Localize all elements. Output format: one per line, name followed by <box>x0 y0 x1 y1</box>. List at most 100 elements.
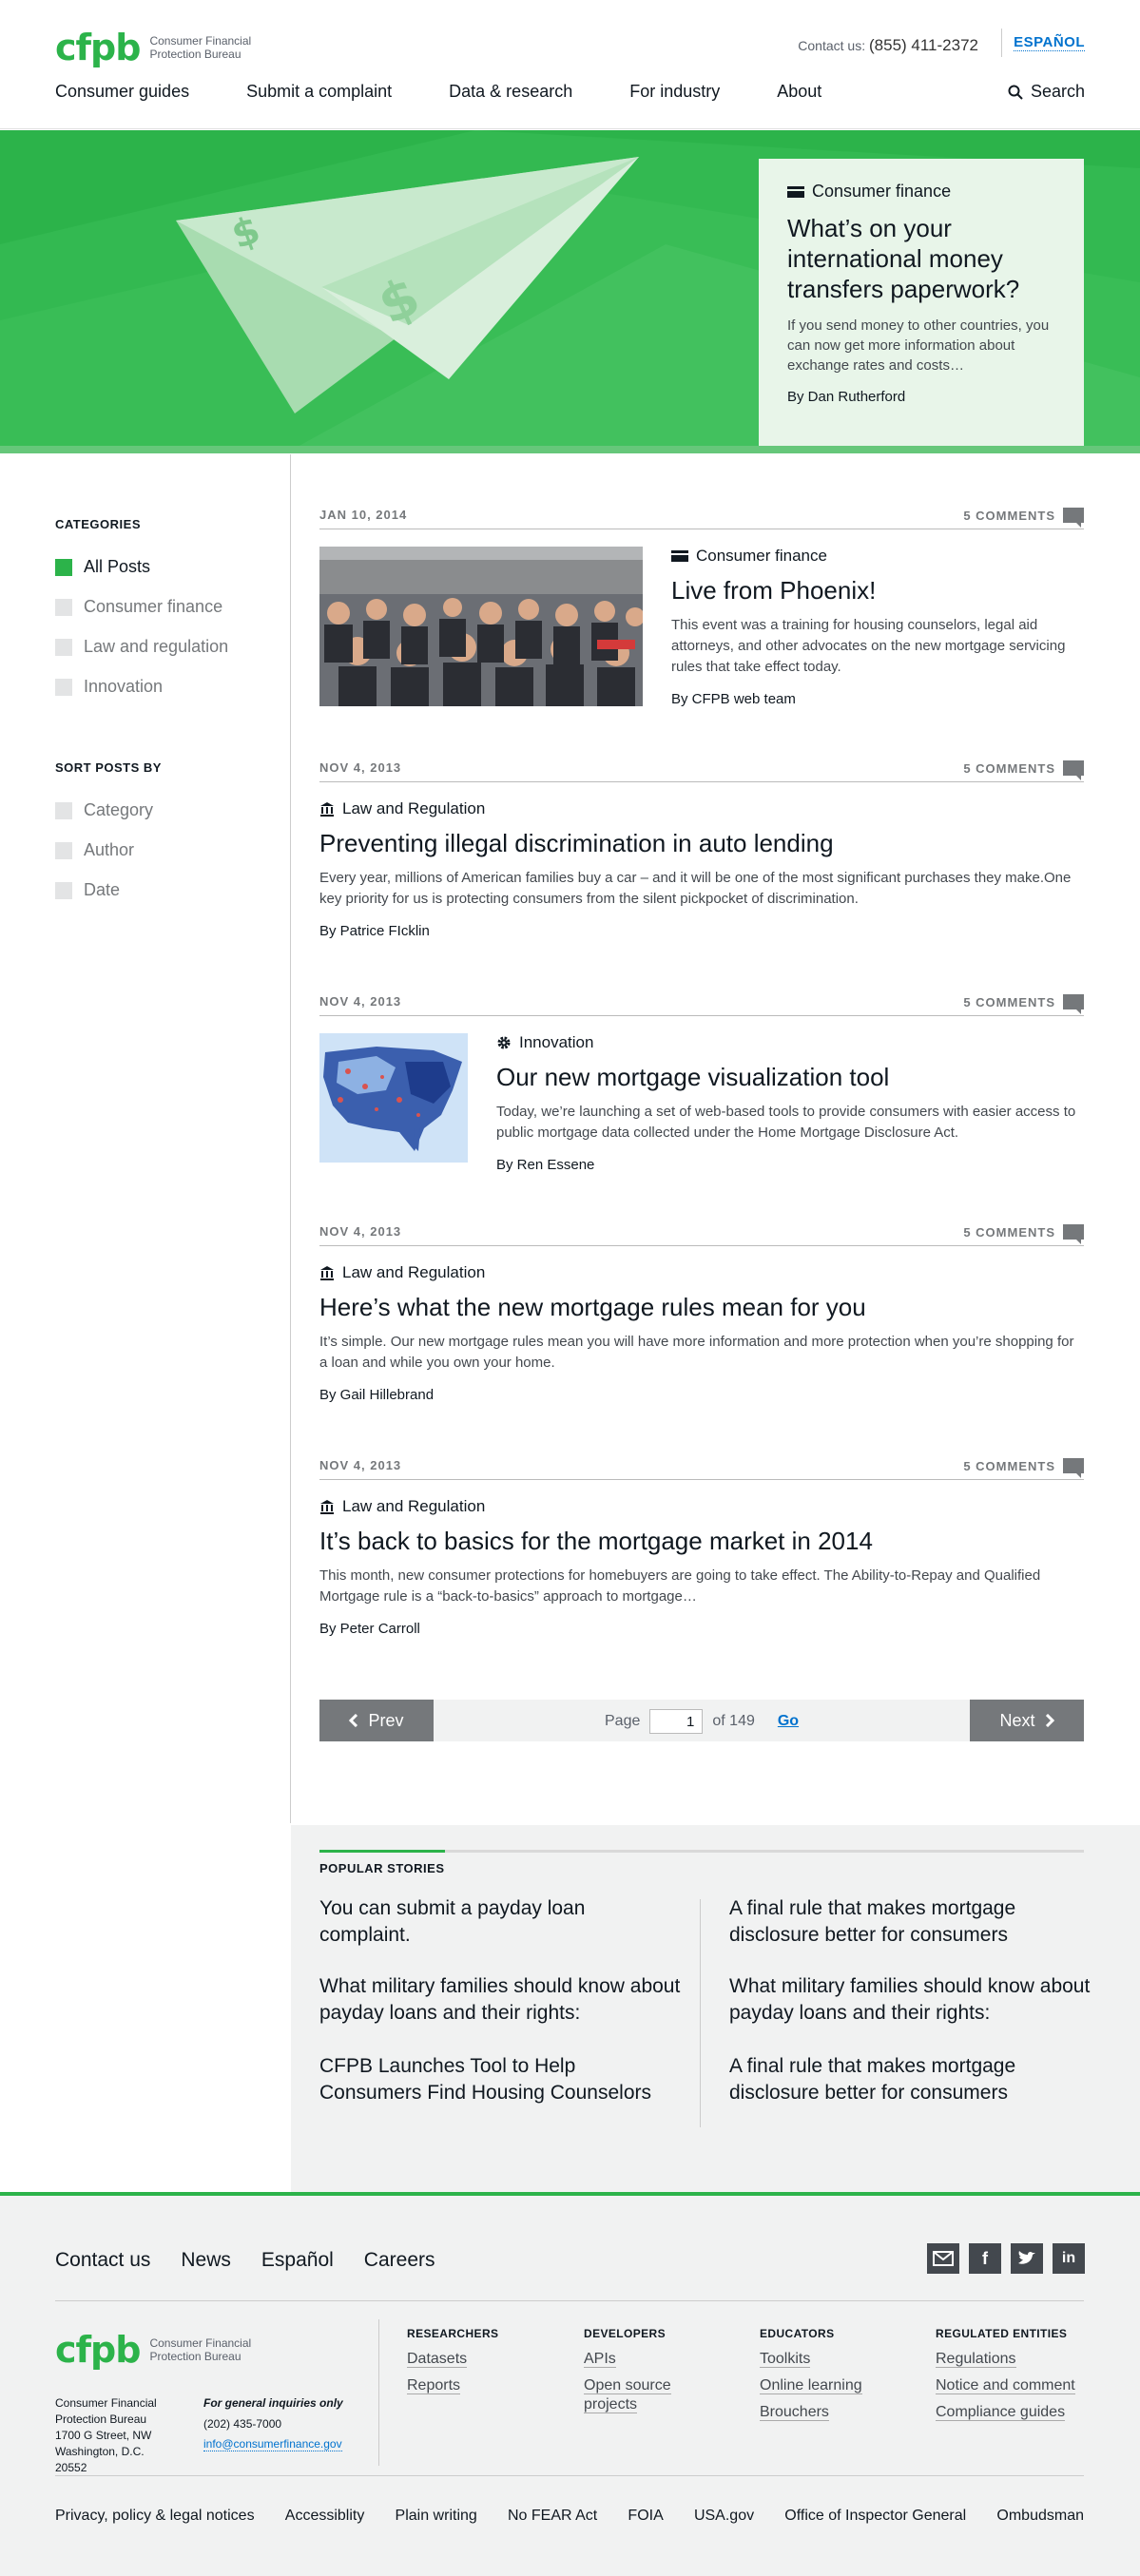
chevron-left-icon <box>349 1714 358 1727</box>
comments-link[interactable]: 5 COMMENTS <box>963 1224 1084 1244</box>
post-title[interactable]: Our new mortgage visualization tool <box>496 1062 1084 1092</box>
nav-consumer-guides[interactable]: Consumer guides <box>55 82 189 102</box>
footer-col-educators: EDUCATORS Toolkits Online learning Brouc… <box>760 2327 862 2422</box>
footer-link-regulations[interactable]: Regulations <box>936 2350 1084 2369</box>
footer-address: Consumer Financial Protection Bureau 170… <box>55 2396 157 2474</box>
gear-icon <box>497 1036 511 1049</box>
go-button[interactable]: Go <box>778 1713 799 1730</box>
comments-link[interactable]: 5 COMMENTS <box>963 760 1084 780</box>
footer-col-developers: DEVELOPERS APIs Open source projects <box>584 2327 707 2422</box>
post-image-crowd[interactable] <box>319 547 643 706</box>
popular-story-link[interactable]: A final rule that makes mortgage disclos… <box>729 2053 1091 2106</box>
footer-link-toolkits[interactable]: Toolkits <box>760 2350 862 2369</box>
contact-info: Contact us: (855) 411-2372 <box>798 36 978 54</box>
footer-link-foia[interactable]: FOIA <box>628 2508 663 2525</box>
post-meta: JAN 10, 2014 5 COMMENTS <box>319 508 1084 529</box>
popular-stories: POPULAR STORIES You can submit a payday … <box>291 1825 1140 2192</box>
linkedin-icon[interactable]: in <box>1053 2243 1085 2274</box>
search-button[interactable]: Search <box>1008 82 1085 102</box>
post-title[interactable]: Preventing illegal discrimination in aut… <box>319 828 1084 858</box>
popular-story-link[interactable]: CFPB Launches Tool to Help Consumers Fin… <box>319 2053 681 2106</box>
sort-category[interactable]: Category <box>55 800 153 820</box>
post-title[interactable]: Live from Phoenix! <box>671 575 1084 606</box>
checkbox[interactable] <box>55 638 72 656</box>
post-image-us-map[interactable] <box>319 1033 468 1163</box>
footer-link-ombudsman[interactable]: Ombudsman <box>996 2508 1084 2525</box>
footer-link-espanol[interactable]: Español <box>261 2249 334 2272</box>
footer-link-usa-gov[interactable]: USA.gov <box>694 2508 754 2525</box>
nav-about[interactable]: About <box>777 82 821 102</box>
hero-title[interactable]: What’s on your international money trans… <box>787 213 1055 304</box>
filter-consumer-finance[interactable]: Consumer finance <box>55 597 222 617</box>
page-number-input[interactable] <box>649 1709 704 1734</box>
footer-link-plain-writing[interactable]: Plain writing <box>396 2508 477 2525</box>
filter-all-posts[interactable]: All Posts <box>55 557 150 577</box>
post-date: NOV 4, 2013 <box>319 760 402 775</box>
bank-icon <box>320 1500 334 1514</box>
email-icon[interactable] <box>927 2243 959 2274</box>
contact-phone[interactable]: (855) 411-2372 <box>869 36 978 54</box>
footer-link-accessibility[interactable]: Accessiblity <box>285 2508 365 2525</box>
footer-link-open-source[interactable]: Open source projects <box>584 2376 707 2414</box>
footer-link-news[interactable]: News <box>181 2249 231 2272</box>
sort-heading: SORT POSTS BY <box>55 760 162 775</box>
footer-link-brochures[interactable]: Brouchers <box>760 2403 862 2422</box>
nav-data-research[interactable]: Data & research <box>449 82 572 102</box>
twitter-icon[interactable] <box>1011 2243 1043 2274</box>
sort-author[interactable]: Author <box>55 840 134 860</box>
post-title[interactable]: It’s back to basics for the mortgage mar… <box>319 1526 1084 1556</box>
footer-link-no-fear-act[interactable]: No FEAR Act <box>508 2508 597 2525</box>
footer-link-apis[interactable]: APIs <box>584 2350 707 2369</box>
footer-link-compliance-guides[interactable]: Compliance guides <box>936 2403 1084 2422</box>
checkbox[interactable] <box>55 678 72 696</box>
footer-cfpb-logo[interactable]: cfpb Consumer Financial Protection Burea… <box>55 2329 263 2371</box>
nav-submit-complaint[interactable]: Submit a complaint <box>246 82 392 102</box>
column-divider <box>700 1899 701 2127</box>
inquiries-email-link[interactable]: info@consumerfinance.gov <box>203 2437 342 2451</box>
filter-law-regulation[interactable]: Law and regulation <box>55 637 228 657</box>
footer-primary-links: Contact us News Español Careers <box>55 2249 435 2272</box>
language-link[interactable]: ESPAÑOL <box>1014 34 1085 51</box>
popular-story-link[interactable]: A final rule that makes mortgage disclos… <box>729 1895 1091 1949</box>
footer-link-careers[interactable]: Careers <box>364 2249 435 2272</box>
checkbox[interactable] <box>55 558 72 576</box>
cfpb-logo[interactable]: cfpb Consumer Financial Protection Burea… <box>55 27 263 68</box>
divider <box>1001 29 1002 57</box>
prev-button[interactable]: Prev <box>319 1700 434 1741</box>
comments-link[interactable]: 5 COMMENTS <box>963 994 1084 1014</box>
checkbox[interactable] <box>55 801 72 819</box>
facebook-icon[interactable]: f <box>969 2243 1001 2274</box>
filter-innovation[interactable]: Innovation <box>55 677 163 697</box>
footer-vertical-divider <box>378 2319 379 2466</box>
sort-date[interactable]: Date <box>55 880 120 900</box>
footer-inquiries: For general inquiries only (202) 435-700… <box>203 2396 343 2451</box>
comments-link[interactable]: 5 COMMENTS <box>963 508 1084 528</box>
footer-link-online-learning[interactable]: Online learning <box>760 2376 862 2395</box>
post-item: NOV 4, 2013 5 COMMENTS Law and Regulatio… <box>319 1224 1084 1403</box>
checkbox[interactable] <box>55 841 72 859</box>
footer-link-datasets[interactable]: Datasets <box>407 2350 498 2369</box>
popular-heading: POPULAR STORIES <box>319 1861 445 1875</box>
filter-sidebar: CATEGORIES All Posts Consumer finance La… <box>0 454 291 1823</box>
checkbox[interactable] <box>55 881 72 899</box>
popular-story-link[interactable]: You can submit a payday loan complaint. <box>319 1895 681 1949</box>
featured-post-card[interactable]: Consumer finance What’s on your internat… <box>759 159 1084 446</box>
footer-link-contact[interactable]: Contact us <box>55 2249 150 2272</box>
footer-legal-links: Privacy, policy & legal notices Accessib… <box>55 2508 1084 2525</box>
popular-story-link[interactable]: What military families should know about… <box>729 1973 1091 2027</box>
footer-link-reports[interactable]: Reports <box>407 2376 498 2395</box>
next-button[interactable]: Next <box>970 1700 1084 1741</box>
footer-link-notice-comment[interactable]: Notice and comment <box>936 2376 1084 2395</box>
comments-link[interactable]: 5 COMMENTS <box>963 1458 1084 1478</box>
search-icon <box>1008 85 1023 100</box>
footer-link-privacy[interactable]: Privacy, policy & legal notices <box>55 2508 255 2525</box>
footer-link-inspector-general[interactable]: Office of Inspector General <box>784 2508 966 2525</box>
post-meta: NOV 4, 2013 5 COMMENTS <box>319 994 1084 1016</box>
popular-story-link[interactable]: What military families should know about… <box>319 1973 681 2027</box>
post-title[interactable]: Here’s what the new mortgage rules mean … <box>319 1292 1084 1322</box>
checkbox[interactable] <box>55 598 72 616</box>
post-description: It’s simple. Our new mortgage rules mean… <box>319 1334 1074 1371</box>
nav-for-industry[interactable]: For industry <box>629 82 720 102</box>
post-author: By Patrice FIcklin <box>319 923 430 939</box>
main-nav: Consumer guides Submit a complaint Data … <box>55 82 879 102</box>
